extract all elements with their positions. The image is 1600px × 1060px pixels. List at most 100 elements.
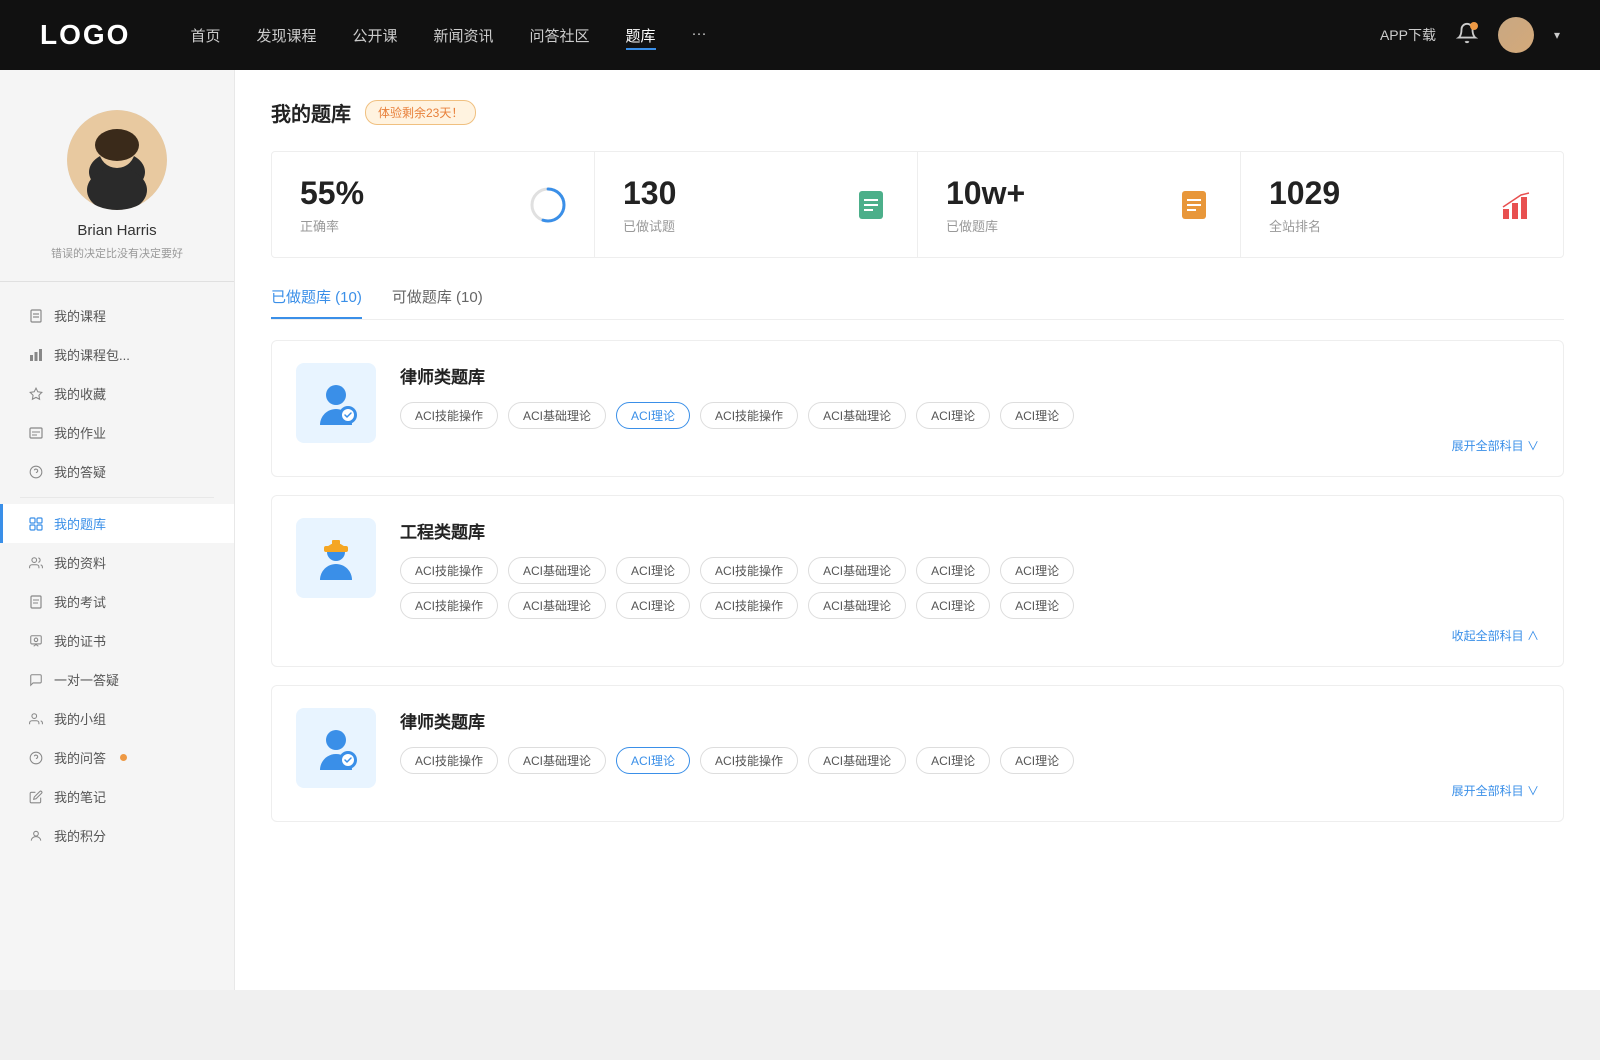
sidebar-item-label: 我的收藏 (54, 384, 106, 403)
nav-item-发现课程[interactable]: 发现课程 (256, 21, 316, 50)
stat-text-0: 55% 正确率 (300, 174, 514, 235)
sidebar-item-我的考试[interactable]: 我的考试 (0, 582, 234, 621)
tag-1-2[interactable]: ACI理论 (616, 557, 690, 584)
sidebar-item-一对一答疑[interactable]: 一对一答疑 (0, 660, 234, 699)
expand-link-2[interactable]: 展开全部科目 ∨ (400, 782, 1539, 799)
trial-badge: 体验剩余23天！ (365, 100, 476, 125)
stat-card-0: 55% 正确率 (272, 152, 595, 257)
expand-link-0[interactable]: 展开全部科目 ∨ (400, 437, 1539, 454)
tag-2-1[interactable]: ACI基础理论 (508, 747, 606, 774)
tags-row-0-0: ACI技能操作 ACI基础理论 ACI理论 ACI技能操作 ACI基础理论 ACI理论 AC… (400, 402, 1539, 429)
tag-1-6[interactable]: ACI理论 (1000, 557, 1074, 584)
tag-1-3[interactable]: ACI技能操作 (700, 592, 798, 619)
tag-1-4[interactable]: ACI基础理论 (808, 592, 906, 619)
sidebar-item-我的积分[interactable]: 我的积分 (0, 816, 234, 855)
logo: LOGO (40, 19, 130, 51)
tag-1-0[interactable]: ACI技能操作 (400, 592, 498, 619)
sidebar-item-我的课程包...[interactable]: 我的课程包... (0, 335, 234, 374)
tag-1-1[interactable]: ACI基础理论 (508, 557, 606, 584)
menu-badge-dot (120, 754, 127, 761)
subject-title-2: 律师类题库 (400, 708, 1539, 733)
tag-0-2[interactable]: ACI理论 (616, 402, 690, 429)
tag-1-1[interactable]: ACI基础理论 (508, 592, 606, 619)
sidebar-item-我的笔记[interactable]: 我的笔记 (0, 777, 234, 816)
sidebar-item-我的小组[interactable]: 我的小组 (0, 699, 234, 738)
tag-0-5[interactable]: ACI理论 (916, 402, 990, 429)
grid-icon (28, 516, 44, 532)
collapse-link-1[interactable]: 收起全部科目 ∧ (400, 627, 1539, 644)
tag-1-6[interactable]: ACI理论 (1000, 592, 1074, 619)
subject-title-0: 律师类题库 (400, 363, 1539, 388)
people-icon (28, 555, 44, 571)
tag-0-0[interactable]: ACI技能操作 (400, 402, 498, 429)
sidebar-item-我的作业[interactable]: 我的作业 (0, 413, 234, 452)
nav-item-公开课[interactable]: 公开课 (352, 21, 397, 50)
subjects-list: 律师类题库ACI技能操作ACI基础理论ACI理论ACI技能操作ACI基础理论AC… (271, 340, 1564, 822)
tag-2-5[interactable]: ACI理论 (916, 747, 990, 774)
tag-1-4[interactable]: ACI基础理论 (808, 557, 906, 584)
sidebar-item-label: 我的考试 (54, 592, 106, 611)
notification-bell[interactable] (1456, 22, 1478, 49)
sidebar-item-label: 我的作业 (54, 423, 106, 442)
stat-label-2: 已做题库 (946, 216, 1160, 235)
sidebar-item-我的答疑[interactable]: 我的答疑 (0, 452, 234, 491)
stats-row: 55%正确率 130已做试题 10w+已做题库 1029全站排名 (271, 151, 1564, 258)
navbar-right: APP下载 ▾ (1380, 17, 1560, 53)
sidebar-item-我的课程[interactable]: 我的课程 (0, 296, 234, 335)
nav-item-题库[interactable]: 题库 (626, 21, 656, 50)
user-menu-arrow[interactable]: ▾ (1554, 28, 1560, 42)
sidebar-item-我的题库[interactable]: 我的题库 (0, 504, 234, 543)
stat-value-0: 55% (300, 174, 514, 212)
nav-item-问答社区[interactable]: 问答社区 (530, 21, 590, 50)
nav-item-新闻资讯[interactable]: 新闻资讯 (434, 21, 494, 50)
doc2-icon (28, 594, 44, 610)
app-download-link[interactable]: APP下载 (1380, 25, 1436, 45)
stat-value-3: 1029 (1269, 174, 1483, 212)
q2-icon (28, 750, 44, 766)
tag-1-5[interactable]: ACI理论 (916, 592, 990, 619)
stat-text-3: 1029全站排名 (1269, 174, 1483, 235)
user-avatar[interactable] (1498, 17, 1534, 53)
sidebar-item-我的问答[interactable]: 我的问答 (0, 738, 234, 777)
stat-value-1: 130 (623, 174, 837, 212)
subject-card-0: 律师类题库ACI技能操作ACI基础理论ACI理论ACI技能操作ACI基础理论AC… (271, 340, 1564, 477)
stat-card-1: 130已做试题 (595, 152, 918, 257)
tag-0-4[interactable]: ACI基础理论 (808, 402, 906, 429)
page-body: Brian Harris 错误的决定比没有决定要好 我的课程我的课程包...我的… (0, 70, 1600, 990)
sidebar-item-我的收藏[interactable]: 我的收藏 (0, 374, 234, 413)
sidebar-menu: 我的课程我的课程包... 我的收藏我的作业我的答疑我的题库我的资料我的考试我的证书… (0, 296, 234, 855)
tag-1-2[interactable]: ACI理论 (616, 592, 690, 619)
lawyer-subject-icon (296, 363, 376, 443)
sidebar-item-我的资料[interactable]: 我的资料 (0, 543, 234, 582)
tags-row-1-1: ACI技能操作 ACI基础理论 ACI理论 ACI技能操作 ACI基础理论 ACI理论 AC… (400, 592, 1539, 619)
subject-card-2: 律师类题库 ACI技能操作 ACI基础理论 ACI理论 ACI技能操作 ACI基础理论 AC… (271, 685, 1564, 822)
sidebar-item-label: 我的资料 (54, 553, 106, 572)
person2-icon (28, 828, 44, 844)
tag-1-5[interactable]: ACI理论 (916, 557, 990, 584)
tag-1-3[interactable]: ACI技能操作 (700, 557, 798, 584)
tag-2-3[interactable]: ACI技能操作 (700, 747, 798, 774)
sidebar-item-我的证书[interactable]: 我的证书 (0, 621, 234, 660)
sidebar-item-label: 我的笔记 (54, 787, 106, 806)
nav-item-首页[interactable]: 首页 (190, 21, 220, 50)
nav-item-···[interactable]: ··· (692, 21, 707, 50)
nav-menu: 首页 发现课程 公开课 新闻资讯 问答社区 题库 ··· (190, 21, 1380, 50)
tab-0[interactable]: 已做题库 (10) (271, 286, 362, 319)
tag-1-0[interactable]: ACI技能操作 (400, 557, 498, 584)
tabs-row: 已做题库 (10) 可做题库 (10) (271, 286, 1564, 320)
subject-title-1: 工程类题库 (400, 518, 1539, 543)
tag-2-4[interactable]: ACI基础理论 (808, 747, 906, 774)
sidebar-item-label: 我的证书 (54, 631, 106, 650)
tag-2-6[interactable]: ACI理论 (1000, 747, 1074, 774)
tab-1[interactable]: 可做题库 (10) (392, 286, 483, 319)
tag-0-3[interactable]: ACI技能操作 (700, 402, 798, 429)
lawyer-subject-icon (296, 708, 376, 788)
tag-2-2[interactable]: ACI理论 (616, 747, 690, 774)
tag-2-0[interactable]: ACI技能操作 (400, 747, 498, 774)
tag-0-1[interactable]: ACI基础理论 (508, 402, 606, 429)
main-content: 我的题库 体验剩余23天！ 55%正确率 130已做试题 10w+已做题库 10… (235, 70, 1600, 990)
navbar: LOGO 首页 发现课程 公开课 新闻资讯 问答社区 题库 ··· APP下载 ▾ (0, 0, 1600, 70)
stat-label-0: 正确率 (300, 216, 514, 235)
tag-0-6[interactable]: ACI理论 (1000, 402, 1074, 429)
profile-motto: 错误的决定比没有决定要好 (51, 245, 183, 261)
